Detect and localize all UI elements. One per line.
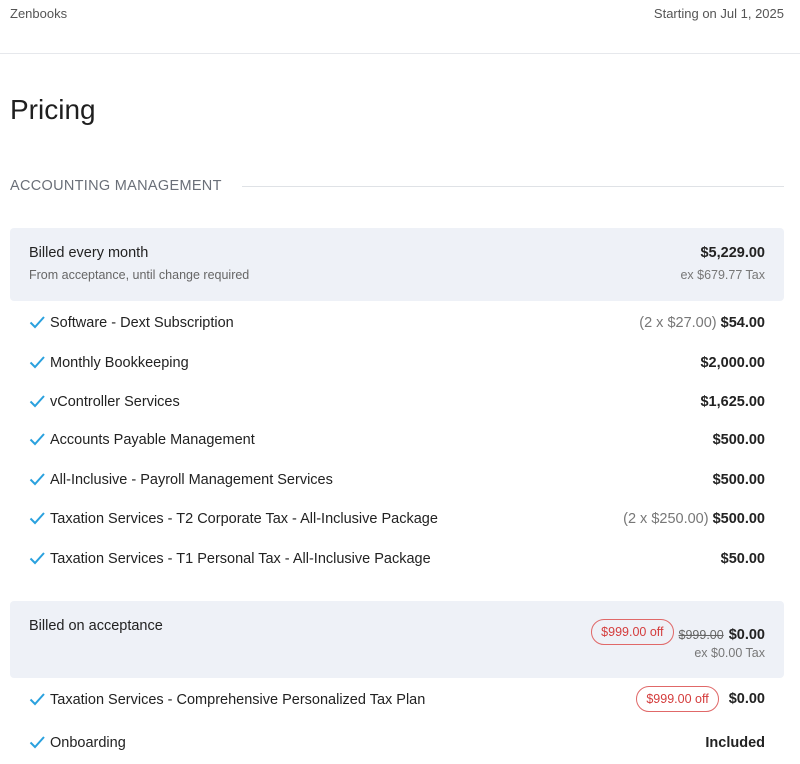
original-price: $999.00 [678, 628, 724, 642]
line-item-price: $500.00 [713, 432, 765, 448]
line-item-label: Monthly Bookkeeping [50, 355, 189, 371]
check-icon [29, 736, 45, 749]
line-item: Taxation Services - T2 Corporate Tax - A… [10, 509, 784, 531]
line-item-amount: $0.00 [728, 691, 765, 707]
line-item-amount: $50.00 [720, 551, 765, 567]
line-item-price: $2,000.00 [700, 355, 765, 371]
billing-title: Billed every month [29, 245, 149, 261]
line-item-label: Software - Dext Subscription [50, 315, 234, 331]
check-icon [29, 693, 45, 706]
line-item-label: Taxation Services - Comprehensive Person… [50, 692, 426, 708]
line-item-amount: Included [705, 735, 765, 751]
line-item-label: Accounts Payable Management [50, 432, 255, 448]
billing-amount: $5,229.00 [700, 245, 765, 261]
line-item: Taxation Services - T1 Personal Tax - Al… [10, 549, 784, 571]
line-item-amount: $500.00 [712, 472, 765, 488]
line-item-price: $999.00 off $0.00 [636, 686, 765, 712]
check-icon [29, 433, 45, 446]
line-item-price: $1,625.00 [700, 394, 765, 410]
billing-subtitle: From acceptance, until change required [29, 268, 250, 282]
billing-amount-group: $999.00 off $999.00 $0.00 [591, 619, 765, 648]
check-icon [29, 473, 45, 486]
line-item: vController Services $1,625.00 [10, 392, 784, 414]
check-icon [29, 552, 45, 565]
line-item-label: Taxation Services - T2 Corporate Tax - A… [50, 511, 438, 527]
line-item-label: vController Services [50, 394, 180, 410]
billing-amount: $0.00 [728, 627, 765, 643]
discount-badge: $999.00 off [636, 686, 719, 712]
line-item-price: Included [705, 735, 765, 751]
page-title: Pricing [10, 94, 96, 125]
line-item-price: (2 x $27.00) $54.00 [639, 315, 765, 331]
line-item: All-Inclusive - Payroll Management Servi… [10, 470, 784, 492]
line-item-amount: $1,625.00 [700, 394, 765, 410]
billing-title: Billed on acceptance [29, 618, 163, 634]
line-item-price: $50.00 [721, 551, 765, 567]
line-item: Monthly Bookkeeping $2,000.00 [10, 353, 784, 375]
discount-badge: $999.00 off [591, 619, 674, 645]
billing-block-acceptance: Billed on acceptance $999.00 off $999.00… [10, 601, 784, 678]
line-item-price: (2 x $250.00) $500.00 [623, 511, 765, 527]
line-item-amount: $2,000.00 [700, 355, 765, 371]
line-item: Accounts Payable Management $500.00 [10, 430, 784, 452]
line-item-price: $500.00 [713, 472, 765, 488]
line-item: Taxation Services - Comprehensive Person… [10, 686, 784, 712]
start-date: Starting on Jul 1, 2025 [653, 6, 784, 21]
check-icon [29, 316, 45, 329]
billing-tax: ex $0.00 Tax [694, 646, 765, 660]
line-item: Onboarding Included [10, 733, 784, 755]
line-item-qty: (2 x $27.00) [639, 315, 717, 331]
line-item-amount: $500.00 [712, 511, 765, 527]
line-item-label: Taxation Services - T1 Personal Tax - Al… [50, 551, 431, 567]
line-item-label: Onboarding [50, 735, 126, 751]
line-item-label: All-Inclusive - Payroll Management Servi… [50, 472, 333, 488]
line-item-amount: $500.00 [712, 432, 765, 448]
check-icon [29, 395, 45, 408]
line-item-qty: (2 x $250.00) [623, 511, 709, 527]
section-header: ACCOUNTING MANAGEMENT [10, 176, 784, 196]
line-item-amount: $54.00 [720, 315, 765, 331]
section-title: ACCOUNTING MANAGEMENT [10, 178, 222, 194]
top-bar: Zenbooks Starting on Jul 1, 2025 [0, 0, 800, 54]
check-icon [29, 512, 45, 525]
section-divider [241, 185, 784, 187]
brand-name: Zenbooks [10, 6, 68, 21]
line-item: Software - Dext Subscription (2 x $27.00… [10, 313, 784, 335]
billing-tax: ex $679.77 Tax [680, 268, 765, 282]
billing-block-monthly: Billed every month From acceptance, unti… [10, 228, 784, 301]
check-icon [29, 356, 45, 369]
